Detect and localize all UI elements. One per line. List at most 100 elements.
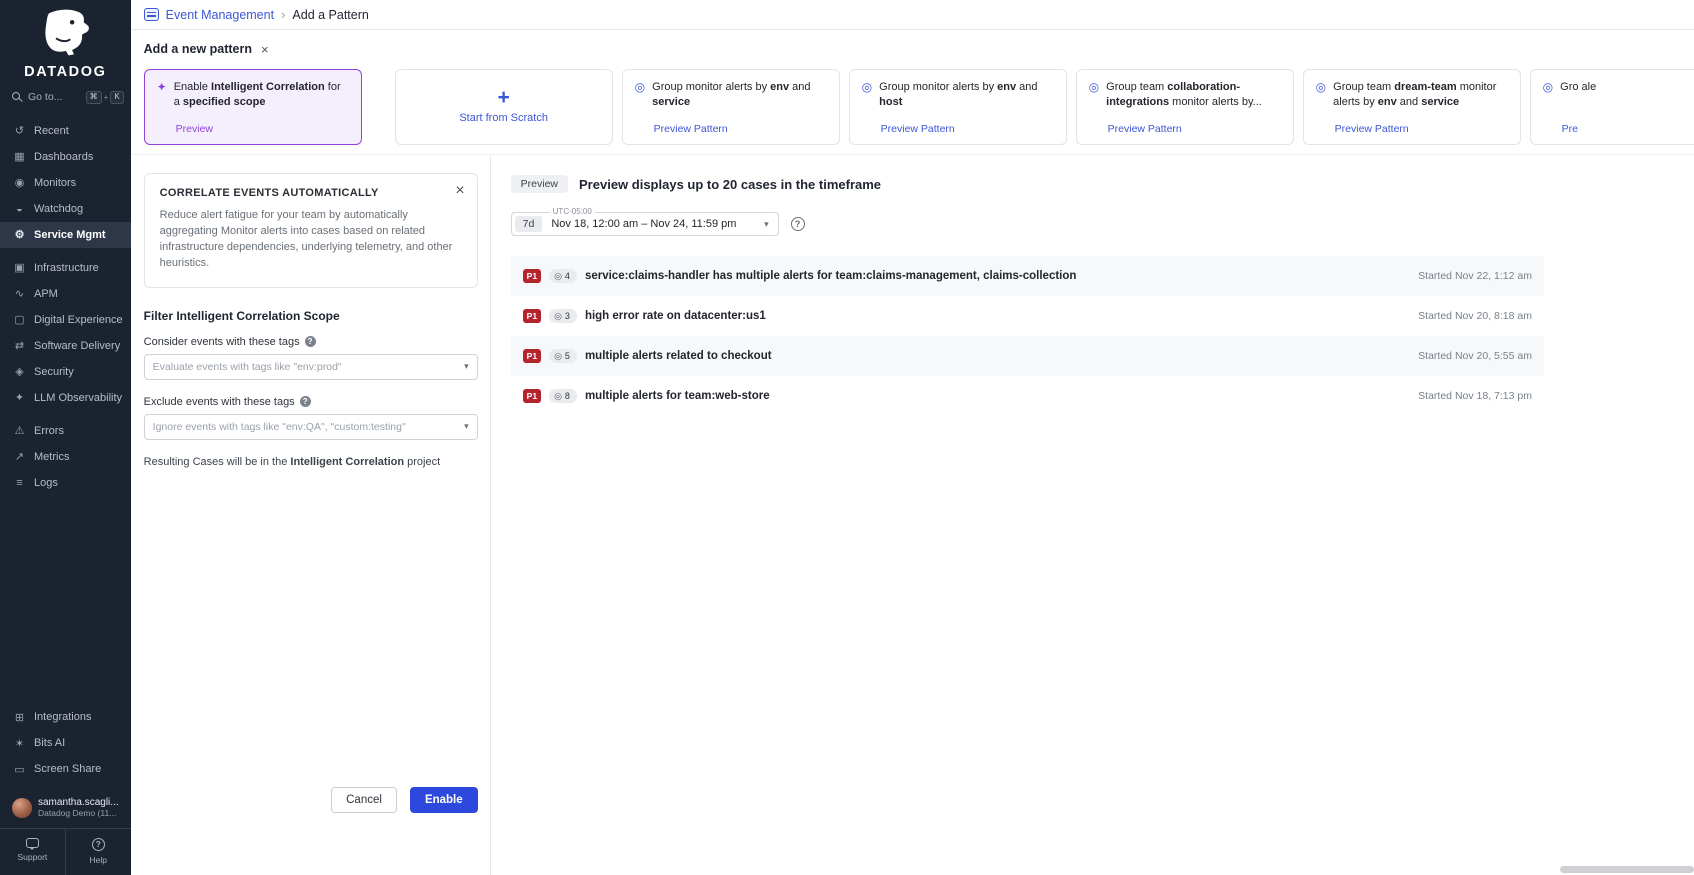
search-icon <box>12 92 23 103</box>
plus-icon: + <box>498 88 510 108</box>
case-started-timestamp: Started Nov 18, 7:13 pm <box>1398 390 1532 402</box>
preview-pattern-link[interactable]: Preview Pattern <box>654 123 728 135</box>
add-pattern-title: Add a new pattern <box>144 42 252 56</box>
sidebar-item-label: APM <box>34 288 58 300</box>
preview-title: Preview displays up to 20 cases in the t… <box>579 177 881 192</box>
priority-badge: P1 <box>523 389 541 404</box>
monitor-icon: ◎ <box>554 272 562 281</box>
sidebar-item-label: Watchdog <box>34 203 83 215</box>
pattern-card-collaboration-integrations[interactable]: ◎ Group team collaboration-integrations … <box>1076 69 1294 145</box>
pattern-card-dream-team[interactable]: ◎ Group team dream-team monitor alerts b… <box>1303 69 1521 145</box>
sidebar-item-security[interactable]: ◈ Security <box>0 359 131 385</box>
screen-share-icon: ▭ <box>13 763 26 776</box>
datadog-app: DATADOG Go to... ⌘ + K ↺ Recent <box>0 0 1694 875</box>
exclude-tags-select[interactable]: Ignore events with tags like "env:QA", "… <box>144 414 478 440</box>
sidebar-footer: Support ? Help <box>0 828 131 875</box>
monitor-gauge-icon: ◎ <box>1543 80 1553 95</box>
sidebar-item-screen-share[interactable]: ▭ Screen Share <box>0 756 131 782</box>
exclude-tags-placeholder: Ignore events with tags like "env:QA", "… <box>153 421 406 433</box>
user-text: samantha.scagli... Datadog Demo (11... <box>38 797 119 818</box>
horizontal-scrollbar[interactable] <box>1560 866 1694 873</box>
sidebar-item-metrics[interactable]: ↗ Metrics <box>0 444 131 470</box>
cancel-button[interactable]: Cancel <box>331 787 397 813</box>
datadog-dog-icon <box>37 8 93 58</box>
consider-tags-select[interactable]: Evaluate events with tags like "env:prod… <box>144 354 478 380</box>
nav-group-main: ↺ Recent ▦ Dashboards ◉ Monitors ◒ <box>0 118 131 248</box>
sidebar-item-watchdog[interactable]: ◒ Watchdog <box>0 196 131 222</box>
card-content: ◎ Group monitor alerts by env and host <box>862 80 1054 110</box>
sidebar-spacer <box>0 503 131 697</box>
preview-pattern-link[interactable]: Preview Pattern <box>1335 123 1409 135</box>
sidebar-item-logs[interactable]: ≡ Logs <box>0 470 131 496</box>
pattern-card-env-host[interactable]: ◎ Group monitor alerts by env and host P… <box>849 69 1067 145</box>
filter-scope-heading: Filter Intelligent Correlation Scope <box>144 309 478 323</box>
breadcrumb-event-management[interactable]: Event Management <box>166 8 274 22</box>
sidebar-item-dashboards[interactable]: ▦ Dashboards <box>0 144 131 170</box>
sidebar-item-llm-observability[interactable]: ✦ LLM Observability <box>0 385 131 411</box>
case-row[interactable]: P1 ◎ 5 multiple alerts related to checko… <box>511 336 1544 376</box>
user-menu[interactable]: samantha.scagli... Datadog Demo (11... <box>0 789 131 828</box>
preview-pattern-link[interactable]: Preview Pattern <box>1108 123 1182 135</box>
nav-group-bottom: ⊞ Integrations ✶ Bits AI ▭ Screen Share <box>0 704 131 782</box>
case-row[interactable]: P1 ◎ 8 multiple alerts for team:web-stor… <box>511 376 1544 416</box>
logs-icon: ≡ <box>13 477 26 489</box>
pattern-card-env-service[interactable]: ◎ Group monitor alerts by env and servic… <box>622 69 840 145</box>
case-row[interactable]: P1 ◎ 3 high error rate on datacenter:us1… <box>511 296 1544 336</box>
resulting-cases-note: Resulting Cases will be in the Intellige… <box>144 456 478 468</box>
datadog-logo[interactable]: DATADOG <box>0 0 131 84</box>
cmd-key-badge: ⌘ <box>86 91 102 104</box>
monitor-gauge-icon: ◎ <box>1089 80 1099 95</box>
sidebar-item-bits-ai[interactable]: ✶ Bits AI <box>0 730 131 756</box>
correlate-events-title: CORRELATE EVENTS AUTOMATICALLY <box>160 187 462 199</box>
k-key-badge: K <box>110 91 123 104</box>
monitor-count-badge: ◎ 5 <box>549 349 577 363</box>
preview-link[interactable]: Preview <box>176 123 213 135</box>
sidebar-item-service-mgmt[interactable]: ⚙ Service Mgmt <box>0 222 131 248</box>
pattern-card-title: Gro ale <box>1560 80 1596 95</box>
goto-search[interactable]: Go to... ⌘ + K <box>0 84 131 111</box>
consider-tags-label-row: Consider events with these tags ? <box>144 336 478 348</box>
integrations-icon: ⊞ <box>13 711 26 724</box>
help-icon[interactable]: ? <box>791 217 805 231</box>
help-icon[interactable]: ? <box>300 396 311 407</box>
timeframe-picker[interactable]: UTC-05:00 7d Nov 18, 12:00 am – Nov 24, … <box>511 212 779 236</box>
pattern-card-clipped[interactable]: ◎ Gro ale Pre <box>1530 69 1694 145</box>
help-icon[interactable]: ? <box>305 336 316 347</box>
watchdog-icon: ◒ <box>13 203 26 215</box>
sidebar-item-software-delivery[interactable]: ⇄ Software Delivery <box>0 333 131 359</box>
alert-count: 5 <box>565 351 570 361</box>
pattern-card-intelligent-correlation[interactable]: ✦ Enable Intelligent Correlation for a s… <box>144 69 362 145</box>
pattern-card-title: Group monitor alerts by env and service <box>652 80 827 110</box>
software-delivery-icon: ⇄ <box>13 339 26 352</box>
preview-pattern-link[interactable]: Pre <box>1562 123 1578 135</box>
timeframe-shortcut-badge[interactable]: 7d <box>515 216 543 232</box>
preview-pattern-link[interactable]: Preview Pattern <box>881 123 955 135</box>
case-title: multiple alerts related to checkout <box>585 350 772 362</box>
alert-count: 4 <box>565 271 570 281</box>
collapse-icon[interactable]: × <box>261 43 269 56</box>
sidebar-item-recent[interactable]: ↺ Recent <box>0 118 131 144</box>
sidebar-item-monitors[interactable]: ◉ Monitors <box>0 170 131 196</box>
monitor-gauge-icon: ◎ <box>635 80 645 95</box>
chevron-down-icon: ▾ <box>764 219 769 230</box>
support-label: Support <box>18 852 48 862</box>
alert-count: 8 <box>565 391 570 401</box>
pattern-card-start-from-scratch[interactable]: + Start from Scratch <box>395 69 613 145</box>
bits-ai-icon: ✶ <box>13 737 26 750</box>
sidebar-item-apm[interactable]: ∿ APM <box>0 281 131 307</box>
enable-button[interactable]: Enable <box>410 787 478 813</box>
sidebar-item-integrations[interactable]: ⊞ Integrations <box>0 704 131 730</box>
card-content: ✦ Enable Intelligent Correlation for a s… <box>157 80 349 110</box>
support-button[interactable]: Support <box>0 829 65 875</box>
close-icon[interactable]: × <box>455 183 464 199</box>
preview-header: Preview Preview displays up to 20 cases … <box>511 175 1544 193</box>
breadcrumb: Event Management › Add a Pattern <box>131 0 1694 30</box>
help-label: Help <box>90 855 107 865</box>
sidebar-item-infrastructure[interactable]: ▣ Infrastructure <box>0 255 131 281</box>
case-row[interactable]: P1 ◎ 4 service:claims-handler has multip… <box>511 256 1544 296</box>
main-area: Event Management › Add a Pattern Add a n… <box>131 0 1694 875</box>
sidebar-item-digital-experience[interactable]: ▢ Digital Experience <box>0 307 131 333</box>
sidebar-item-errors[interactable]: ⚠ Errors <box>0 418 131 444</box>
help-button[interactable]: ? Help <box>65 829 131 875</box>
case-started-timestamp: Started Nov 22, 1:12 am <box>1398 270 1532 282</box>
